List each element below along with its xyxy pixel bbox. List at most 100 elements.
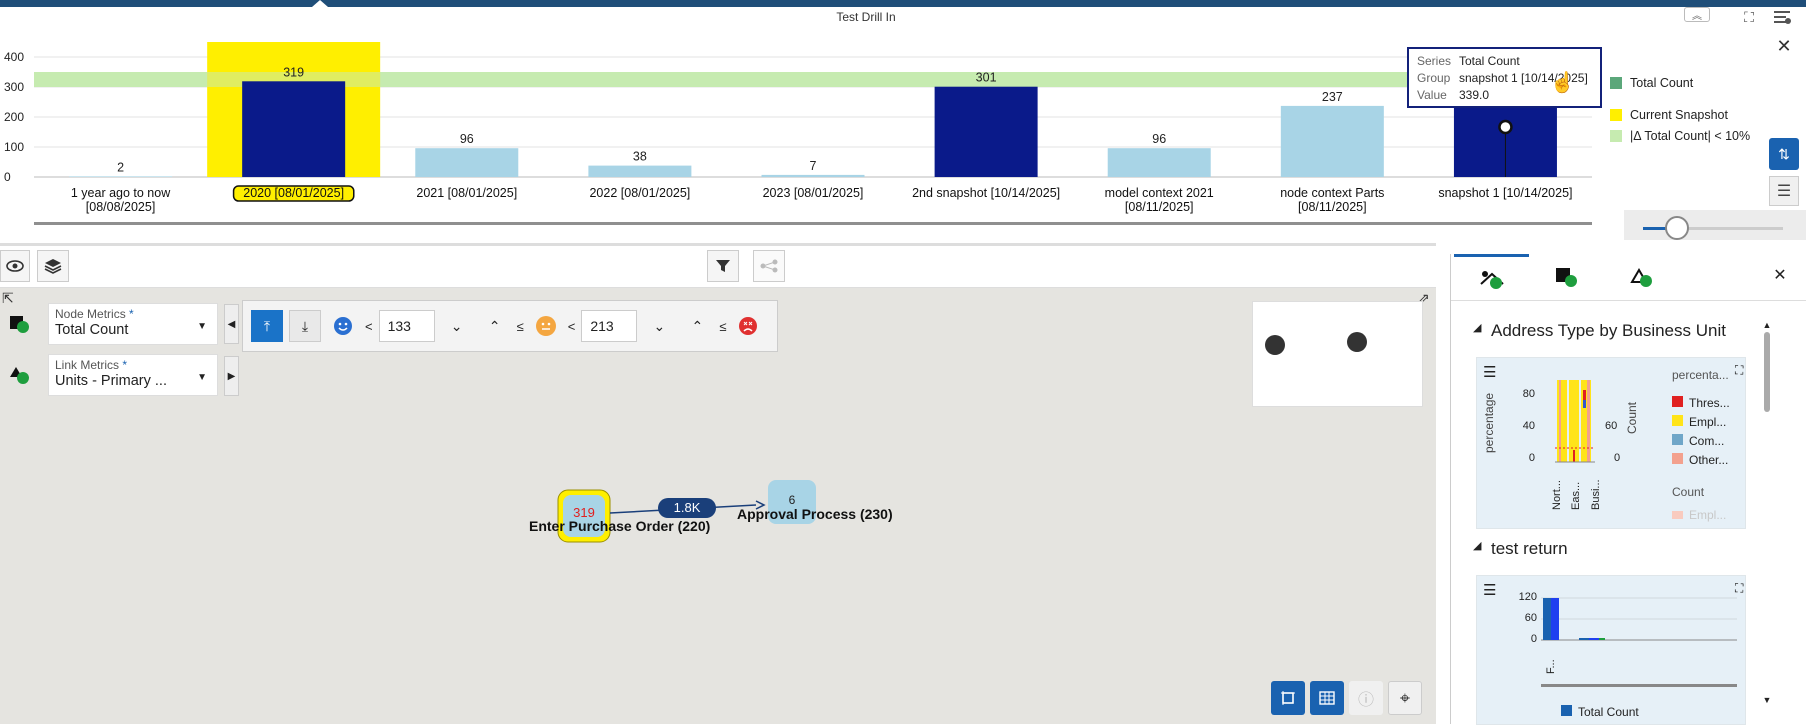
chevron-down-icon[interactable]: ⌄ <box>441 310 473 342</box>
category-label[interactable]: [08/11/2025] <box>1298 200 1367 214</box>
category-label[interactable]: model context 2021 <box>1105 186 1214 200</box>
chart-menu-icon[interactable]: ☰ <box>1483 581 1496 599</box>
category-label[interactable]: 2nd snapshot [10/14/2025] <box>912 186 1060 200</box>
collapse-left-icon[interactable]: ◀ <box>224 304 239 344</box>
legend-item[interactable]: Empl... <box>1672 413 1730 432</box>
link-label[interactable]: 1.8K <box>658 500 716 515</box>
bar[interactable] <box>69 176 173 177</box>
sad-face-icon <box>732 310 764 342</box>
align-top-icon[interactable]: ⤒ <box>251 310 283 342</box>
eye-icon[interactable] <box>0 250 30 282</box>
legend-item[interactable]: Other... <box>1672 451 1730 470</box>
x-tick: Busi... <box>1590 479 1602 510</box>
legend-item[interactable]: Com... <box>1672 432 1730 451</box>
y-tick: 40 <box>1522 420 1535 432</box>
link-metrics-select[interactable]: Link Metrics * Units - Primary ... ▼ <box>48 354 218 396</box>
legend-item-delta-band[interactable]: |Δ Total Count| < 10% <box>1610 128 1750 144</box>
data-label: 7 <box>810 159 817 173</box>
node-metrics-select[interactable]: Node Metrics * Total Count ▼ <box>48 303 218 345</box>
chart-legend: Total Count Current Snapshot |Δ Total Co… <box>1610 75 1750 160</box>
close-panel-icon[interactable]: ✕ <box>1769 264 1791 286</box>
category-label[interactable]: 2022 [08/01/2025] <box>589 186 690 200</box>
y-tick: 60 <box>1524 612 1537 624</box>
tab-link-charts[interactable] <box>1604 254 1679 300</box>
node-count: 6 <box>788 493 796 507</box>
chart-legend: Thres... Empl... Com... Other... <box>1672 394 1730 470</box>
legend-item-total-count[interactable]: Total Count <box>1610 75 1750 91</box>
fullscreen-icon[interactable]: ⛶ <box>1735 363 1743 378</box>
menu-icon[interactable]: ☰ <box>1769 176 1799 206</box>
y-tick-label: 100 <box>4 140 24 154</box>
data-label: 2 <box>117 160 124 174</box>
bar[interactable] <box>415 148 519 177</box>
toolbar-menu-icon[interactable] <box>1772 8 1792 26</box>
category-label[interactable]: 1 year ago to now <box>71 186 171 200</box>
threshold-high-input[interactable]: 213 <box>581 310 638 342</box>
bar[interactable] <box>1280 105 1384 177</box>
collapse-triangle-icon[interactable]: ◢ <box>1473 539 1481 552</box>
data-label: 237 <box>1322 90 1343 104</box>
legend-item[interactable]: Empl... <box>1672 508 1726 522</box>
legend-item-current-snapshot[interactable]: Current Snapshot <box>1610 107 1750 123</box>
graph-minimap[interactable] <box>1252 301 1423 407</box>
tab-node-charts[interactable] <box>1454 254 1529 300</box>
y2-tick: 60 <box>1605 420 1618 432</box>
bar[interactable] <box>1107 148 1211 177</box>
category-label[interactable]: 2023 [08/01/2025] <box>763 186 864 200</box>
chevron-down-icon[interactable]: ⌄ <box>643 310 675 342</box>
y-tick-label: 0 <box>4 170 11 184</box>
locate-icon[interactable]: ⌖ <box>1388 681 1422 715</box>
chevron-up-icon[interactable]: ⌃ <box>479 310 511 342</box>
expand-corner-icon[interactable]: ⇱ <box>2 290 14 307</box>
chevron-up-icon[interactable]: ⌃ <box>681 310 713 342</box>
share-graph-icon <box>753 250 785 282</box>
top-bar <box>0 0 1806 7</box>
chart-scrollbar[interactable] <box>34 222 1592 225</box>
select-mode-icon[interactable] <box>1271 681 1305 715</box>
tab-metric-charts[interactable] <box>1529 254 1604 300</box>
bar[interactable] <box>588 165 692 177</box>
category-label[interactable]: 2020 [08/01/2025] <box>243 186 344 200</box>
chart-legend[interactable]: Total Count <box>1561 705 1639 719</box>
bar[interactable] <box>242 81 346 177</box>
y-tick-label: 400 <box>4 50 24 64</box>
threshold-low-input[interactable]: 133 <box>378 310 435 342</box>
threshold-op: < <box>365 318 373 334</box>
section-title: test return <box>1491 539 1568 558</box>
threshold-op: ≤ <box>719 318 727 334</box>
node-enter-purchase-order[interactable]: Enter Purchase Order (220) <box>529 518 710 534</box>
align-bottom-icon[interactable]: ⤓ <box>289 310 321 342</box>
chart-menu-icon[interactable]: ☰ <box>1483 363 1496 381</box>
hover-point[interactable] <box>1498 119 1513 135</box>
close-chart-icon[interactable]: ✕ <box>1774 36 1794 56</box>
collapse-up-icon[interactable]: ︽ <box>1684 7 1710 22</box>
filter-icon[interactable] <box>707 250 739 282</box>
category-label[interactable]: [08/08/2025] <box>86 200 156 214</box>
expand-right-icon[interactable]: ▶ <box>224 356 239 396</box>
category-label[interactable]: node context Parts <box>1280 186 1384 200</box>
y2-axis-title: Count <box>1625 401 1639 434</box>
address-type-chart-card: ☰ ⛶ percentage 80 40 0 Nort... Eas... Bu… <box>1476 357 1746 529</box>
category-label[interactable]: 2021 [08/01/2025] <box>416 186 517 200</box>
bar[interactable] <box>761 174 865 177</box>
window-title: Test Drill In <box>836 10 896 24</box>
collapse-triangle-icon[interactable]: ◢ <box>1473 321 1481 334</box>
y-axis-title: percentage <box>1482 392 1496 453</box>
table-view-icon[interactable] <box>1310 681 1344 715</box>
category-label[interactable]: [08/11/2025] <box>1125 200 1194 214</box>
scrollbar[interactable]: ▲ ▼ <box>1761 320 1773 705</box>
layers-icon[interactable] <box>37 250 69 282</box>
legend-title: Count <box>1672 485 1705 499</box>
bar[interactable] <box>934 86 1038 177</box>
fit-screen-icon[interactable]: ⛶ <box>1740 8 1758 26</box>
pointer-notch <box>312 0 328 7</box>
category-label[interactable]: snapshot 1 [10/14/2025] <box>1438 186 1572 200</box>
threshold-op: < <box>567 318 576 334</box>
zoom-slider-handle[interactable] <box>1665 216 1689 240</box>
side-panel-tabs <box>1451 254 1806 301</box>
side-panel: ✕ ◢ Address Type by Business Unit ☰ ⛶ pe… <box>1450 254 1806 725</box>
legend-item[interactable]: Thres... <box>1672 394 1730 413</box>
sort-toggle-icon[interactable]: ⇅ <box>1769 138 1799 170</box>
node-approval-process[interactable]: Approval Process (230) <box>737 506 893 522</box>
y-tick: 0 <box>1528 452 1535 464</box>
